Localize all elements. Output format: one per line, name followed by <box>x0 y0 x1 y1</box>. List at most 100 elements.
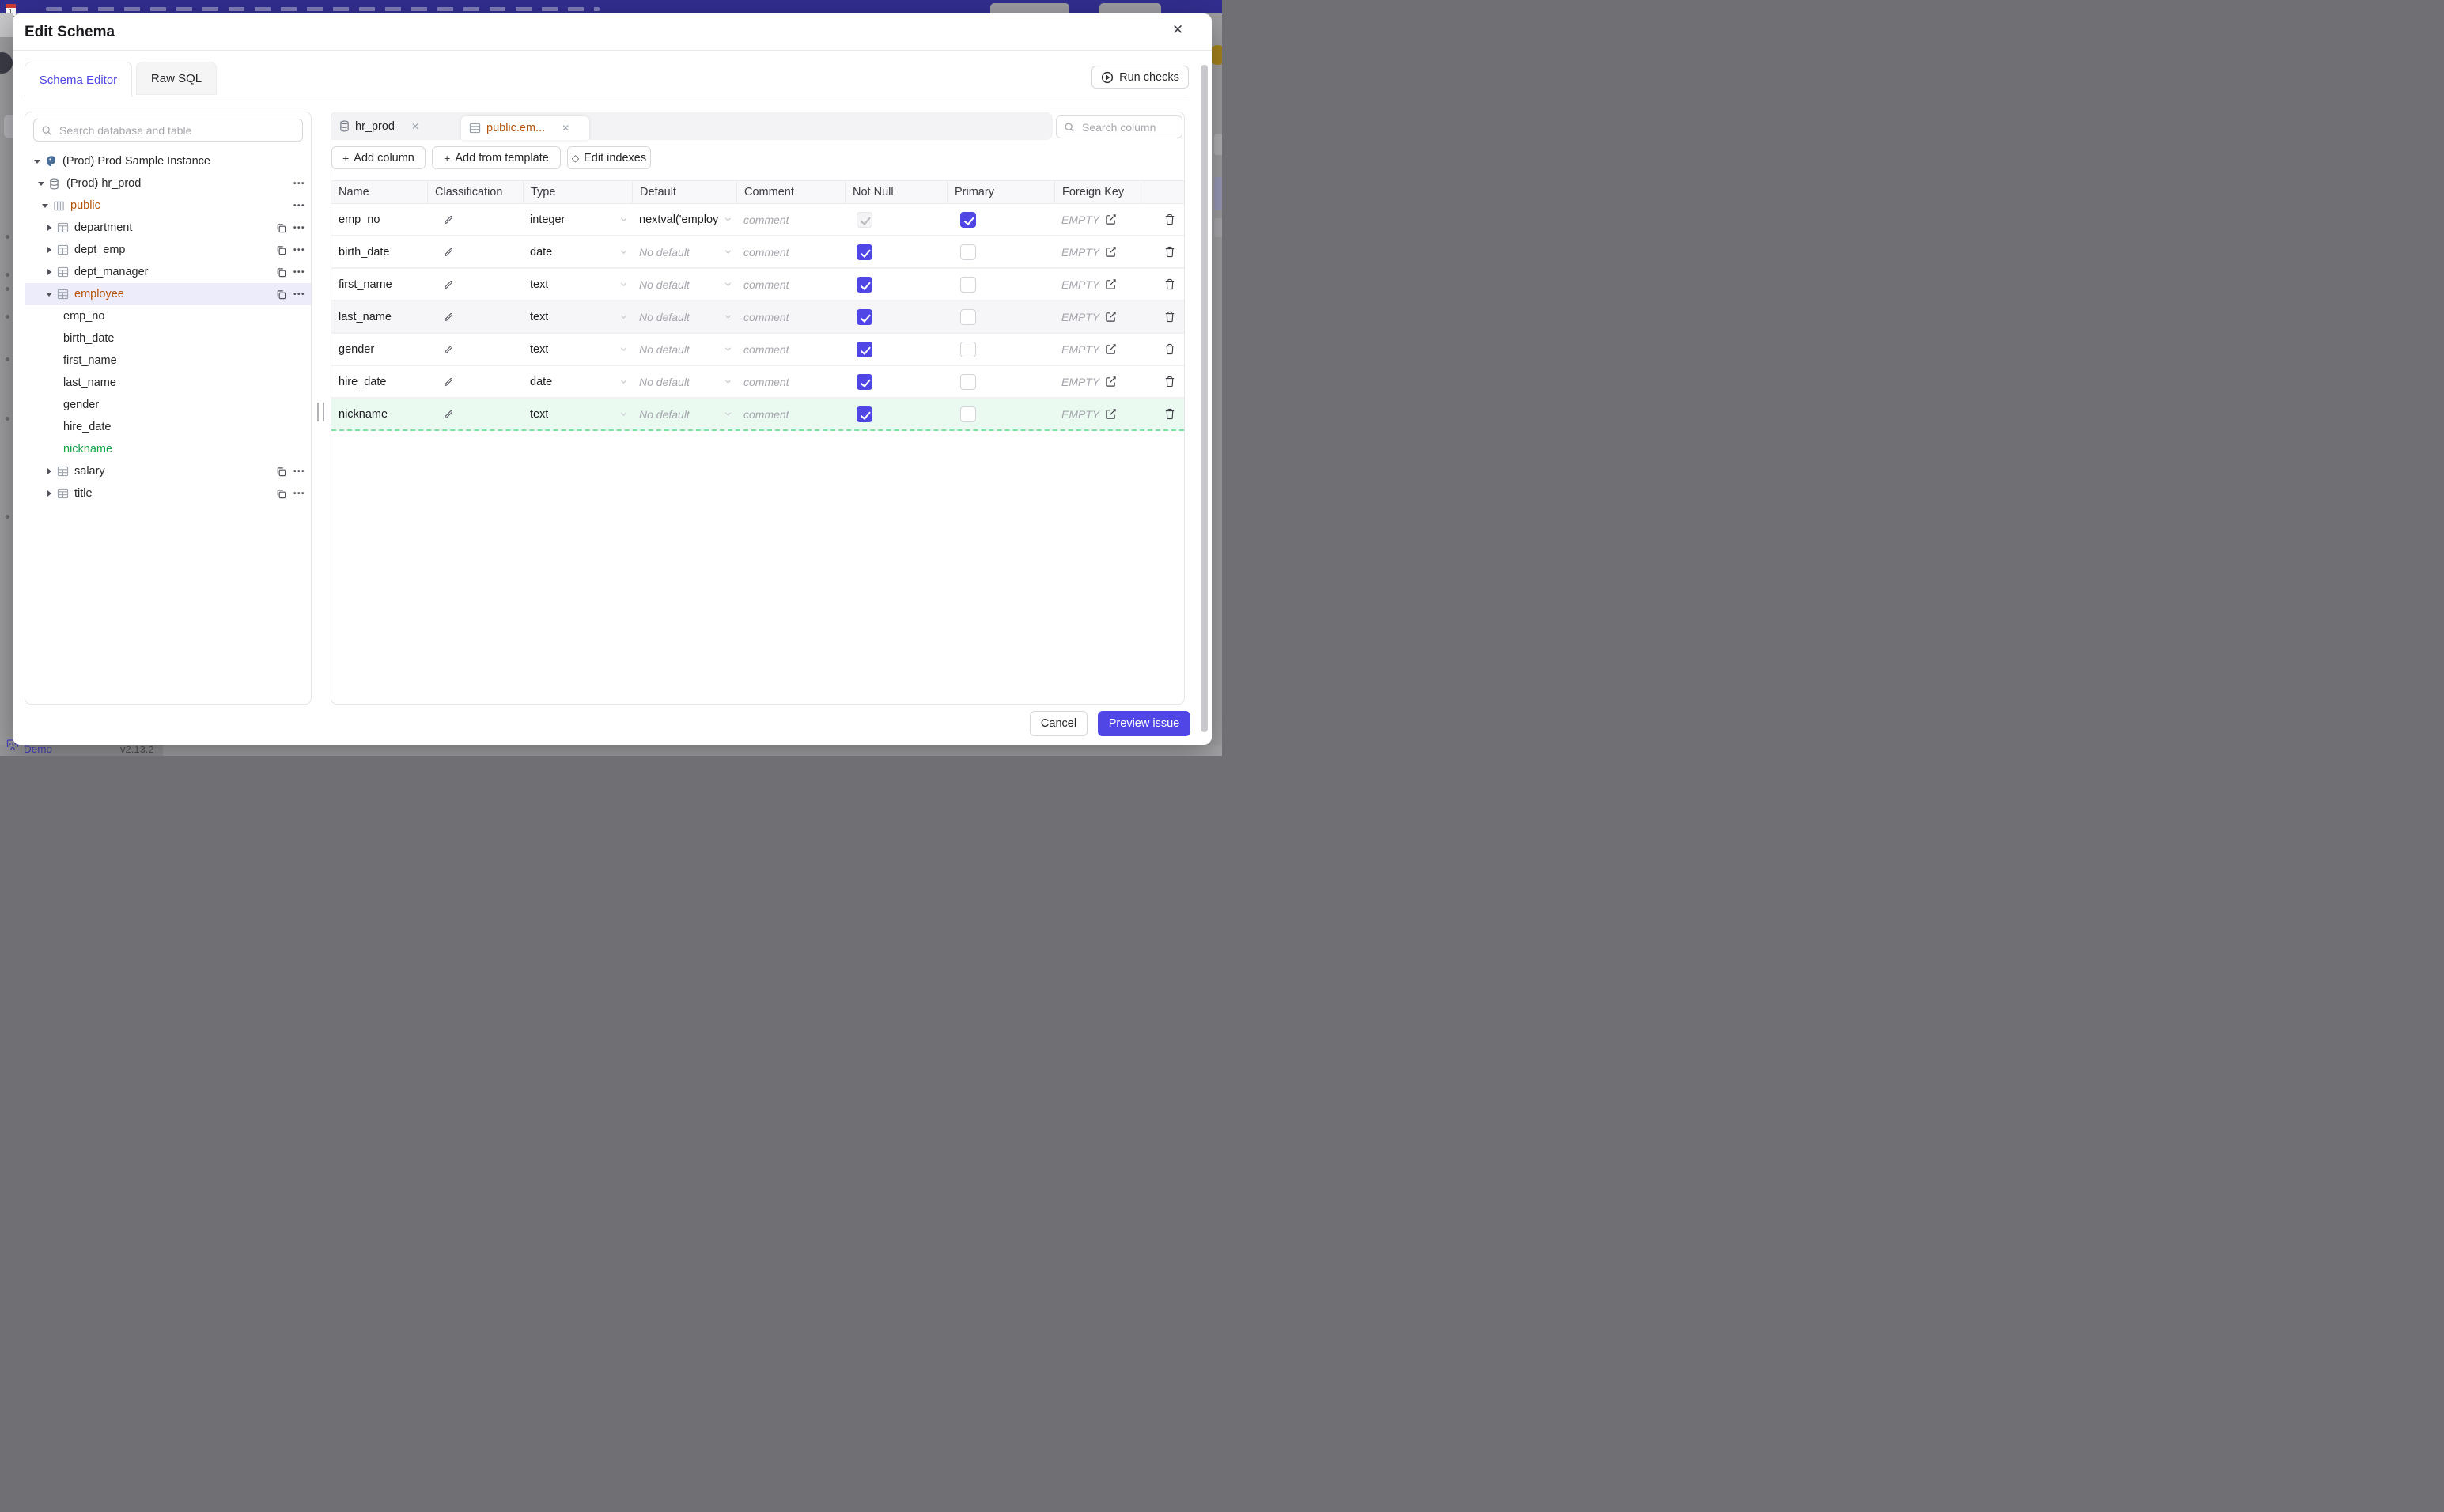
type-select[interactable]: text <box>523 408 632 421</box>
database-search-input[interactable] <box>58 123 295 138</box>
more-actions-icon[interactable]: ••• <box>293 268 305 277</box>
column-name-cell[interactable]: first_name <box>331 278 427 291</box>
chevron-right-icon[interactable] <box>44 269 55 275</box>
more-actions-icon[interactable]: ••• <box>293 246 305 255</box>
tree-item-nickname[interactable]: nickname <box>25 438 311 460</box>
default-select[interactable]: No default <box>632 246 736 259</box>
tree-item-(Prod) hr_prod[interactable]: (Prod) hr_prod ••• <box>25 172 311 195</box>
pencil-icon[interactable] <box>443 409 454 420</box>
default-select[interactable]: No default <box>632 343 736 356</box>
copy-icon[interactable] <box>276 267 286 278</box>
chevron-right-icon[interactable] <box>44 468 55 474</box>
tree-item-emp_no[interactable]: emp_no <box>25 305 311 327</box>
not-null-checkbox[interactable] <box>857 341 872 357</box>
column-search[interactable] <box>1056 115 1182 138</box>
tab-schema-editor[interactable]: Schema Editor <box>25 62 132 97</box>
primary-checkbox[interactable] <box>960 276 976 293</box>
tree-item-hire_date[interactable]: hire_date <box>25 416 311 438</box>
pencil-icon[interactable] <box>443 344 454 355</box>
chevron-down-icon[interactable] <box>36 181 47 186</box>
tree-item-department[interactable]: department ••• <box>25 217 311 239</box>
tree-item-gender[interactable]: gender <box>25 394 311 416</box>
type-select[interactable]: integer <box>523 214 632 226</box>
trash-icon[interactable] <box>1164 311 1175 323</box>
edit-foreign-key-icon[interactable] <box>1105 214 1117 225</box>
tree-item-employee[interactable]: employee ••• <box>25 283 311 305</box>
more-actions-icon[interactable]: ••• <box>293 224 305 232</box>
pencil-icon[interactable] <box>443 376 454 387</box>
not-null-checkbox[interactable] <box>857 373 872 390</box>
not-null-checkbox[interactable] <box>857 406 872 422</box>
edit-foreign-key-icon[interactable] <box>1105 343 1117 355</box>
comment-input[interactable]: comment <box>736 246 845 259</box>
edit-indexes-button[interactable]: ◇ Edit indexes <box>567 146 651 169</box>
type-select[interactable]: date <box>523 246 632 259</box>
close-tab-icon[interactable]: ✕ <box>562 123 569 134</box>
not-null-checkbox[interactable] <box>857 308 872 325</box>
type-select[interactable]: date <box>523 376 632 388</box>
cancel-button[interactable]: Cancel <box>1030 711 1088 736</box>
tab-raw-sql[interactable]: Raw SQL <box>136 62 217 95</box>
comment-input[interactable]: comment <box>736 311 845 323</box>
column-name-cell[interactable]: gender <box>331 343 427 356</box>
copy-icon[interactable] <box>276 245 286 255</box>
trash-icon[interactable] <box>1164 408 1175 420</box>
tree-item-first_name[interactable]: first_name <box>25 350 311 372</box>
tree-item-title[interactable]: title ••• <box>25 482 311 505</box>
type-select[interactable]: text <box>523 343 632 356</box>
column-name-cell[interactable]: emp_no <box>331 214 427 226</box>
tree-item-last_name[interactable]: last_name <box>25 372 311 394</box>
pencil-icon[interactable] <box>443 312 454 323</box>
comment-input[interactable]: comment <box>736 376 845 388</box>
default-select[interactable]: No default <box>632 376 736 388</box>
editor-tab-public-employee[interactable]: public.em... ✕ <box>461 116 589 140</box>
preview-issue-button[interactable]: Preview issue <box>1098 711 1190 736</box>
comment-input[interactable]: comment <box>736 343 845 356</box>
default-select[interactable]: No default <box>632 408 736 421</box>
tree-item-dept_manager[interactable]: dept_manager ••• <box>25 261 311 283</box>
comment-input[interactable]: comment <box>736 214 845 226</box>
add-column-button[interactable]: + Add column <box>331 146 426 169</box>
primary-checkbox[interactable] <box>960 373 976 390</box>
chevron-right-icon[interactable] <box>44 225 55 231</box>
trash-icon[interactable] <box>1164 376 1175 387</box>
primary-checkbox[interactable] <box>960 308 976 325</box>
primary-checkbox[interactable] <box>960 211 976 228</box>
comment-input[interactable]: comment <box>736 408 845 421</box>
edit-foreign-key-icon[interactable] <box>1105 311 1117 323</box>
default-select[interactable]: No default <box>632 311 736 323</box>
editor-tab-hr-prod[interactable]: hr_prod ✕ <box>331 112 456 140</box>
tree-item-(Prod) Prod Sample Instance[interactable]: (Prod) Prod Sample Instance <box>25 150 311 172</box>
edit-foreign-key-icon[interactable] <box>1105 278 1117 290</box>
modal-scrollbar-thumb[interactable] <box>1201 65 1208 732</box>
trash-icon[interactable] <box>1164 278 1175 290</box>
copy-icon[interactable] <box>276 467 286 477</box>
primary-checkbox[interactable] <box>960 406 976 422</box>
copy-icon[interactable] <box>276 489 286 499</box>
not-null-checkbox[interactable] <box>857 244 872 260</box>
pencil-icon[interactable] <box>443 214 454 225</box>
more-actions-icon[interactable]: ••• <box>293 467 305 476</box>
add-from-template-button[interactable]: + Add from template <box>432 146 561 169</box>
column-name-cell[interactable]: nickname <box>331 408 427 421</box>
more-actions-icon[interactable]: ••• <box>293 202 305 210</box>
not-null-checkbox[interactable] <box>857 276 872 293</box>
copy-icon[interactable] <box>276 223 286 233</box>
tree-item-dept_emp[interactable]: dept_emp ••• <box>25 239 311 261</box>
primary-checkbox[interactable] <box>960 244 976 260</box>
pencil-icon[interactable] <box>443 279 454 290</box>
edit-foreign-key-icon[interactable] <box>1105 376 1117 387</box>
chevron-down-icon[interactable] <box>32 159 43 164</box>
column-name-cell[interactable]: hire_date <box>331 376 427 388</box>
pencil-icon[interactable] <box>443 247 454 258</box>
column-name-cell[interactable]: last_name <box>331 311 427 323</box>
type-select[interactable]: text <box>523 311 632 323</box>
trash-icon[interactable] <box>1164 246 1175 258</box>
tree-item-salary[interactable]: salary ••• <box>25 460 311 482</box>
chevron-down-icon[interactable] <box>40 203 51 208</box>
edit-foreign-key-icon[interactable] <box>1105 246 1117 258</box>
copy-icon[interactable] <box>276 289 286 300</box>
more-actions-icon[interactable]: ••• <box>293 490 305 498</box>
close-icon[interactable]: ✕ <box>1172 22 1183 38</box>
column-name-cell[interactable]: birth_date <box>331 246 427 259</box>
